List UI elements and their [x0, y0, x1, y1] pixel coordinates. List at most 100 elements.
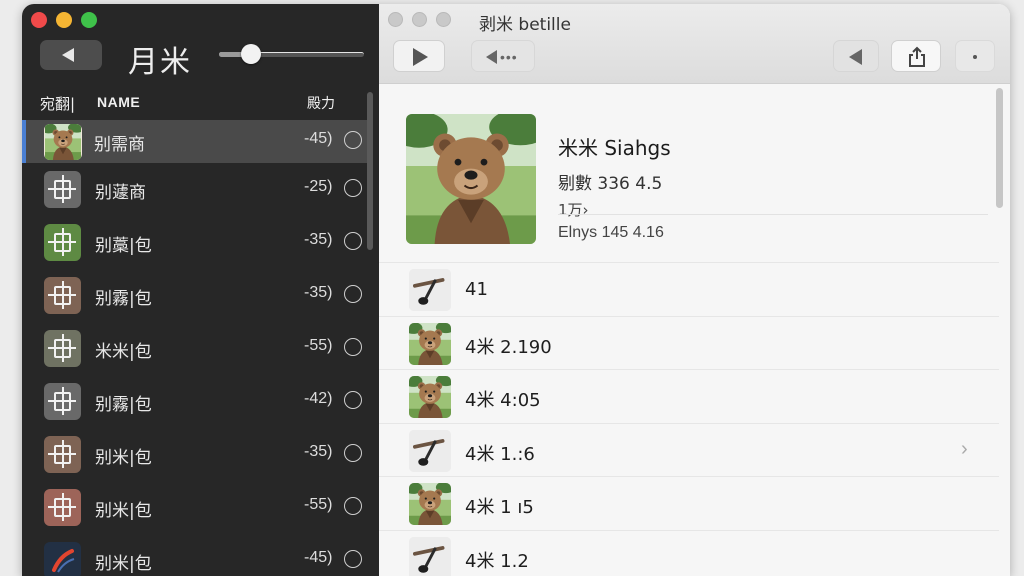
track-label: 4米 2.190 — [465, 336, 552, 358]
toolbar: 剥米 betille ••• — [379, 4, 1010, 84]
sidebar-item-duration: -35) — [304, 443, 333, 460]
guitar-icon — [409, 429, 451, 472]
dot-icon — [973, 55, 977, 59]
bear-thumbnail — [44, 124, 82, 160]
sidebar-item-duration: -42) — [304, 390, 333, 407]
sidebar-scrollbar[interactable] — [367, 92, 373, 250]
play-icon — [413, 48, 428, 66]
window-controls — [31, 12, 97, 28]
album-count[interactable]: 1万› — [558, 199, 589, 220]
sidebar-item-duration: -35) — [304, 231, 333, 248]
bear-artwork — [406, 114, 536, 244]
select-radio[interactable] — [344, 391, 362, 409]
album-icon — [44, 330, 81, 367]
album-title: 米米 Siahgs — [558, 136, 671, 160]
divider — [558, 214, 988, 215]
album-icon — [44, 436, 81, 473]
column-headers: 宛翻| NAME 殿力 — [22, 88, 367, 116]
track-row[interactable]: 4米 1.2 — [379, 529, 999, 576]
share-icon — [909, 46, 925, 67]
volume-knob[interactable] — [240, 44, 261, 64]
volume-slider[interactable] — [219, 44, 364, 64]
chevron-right-icon[interactable]: › — [961, 438, 968, 461]
sidebar-item-label: 别蘧商 — [95, 183, 146, 203]
minimize-icon[interactable] — [412, 12, 427, 27]
sidebar-item-label: 别米|包 — [95, 554, 152, 574]
album-icon — [44, 171, 81, 208]
album-icon — [44, 542, 81, 576]
sidebar-item-duration: -25) — [304, 178, 333, 195]
sidebar-item-duration: -45) — [304, 130, 333, 147]
select-radio[interactable] — [344, 131, 362, 149]
music-window: 月米 宛翻| NAME 殿力 别需商 -45) 别蘧商 -25) 别藁|包 -35) 别霧|… — [22, 4, 1010, 576]
column-select[interactable]: 宛翻| — [40, 93, 75, 114]
sidebar-item[interactable]: 米米|包 -55) — [22, 322, 367, 375]
select-radio[interactable] — [344, 285, 362, 303]
previous-button[interactable] — [833, 40, 879, 72]
close-icon[interactable] — [31, 12, 47, 28]
track-label: 4米 1.2 — [465, 550, 529, 572]
sidebar-item-label: 别藁|包 — [95, 236, 152, 256]
sidebar-item[interactable]: 别米|包 -35) — [22, 428, 367, 481]
rewind-icon — [486, 50, 497, 64]
more-dots-icon: ••• — [500, 49, 518, 65]
sidebar: 月米 宛翻| NAME 殿力 别需商 -45) 别蘧商 -25) 别藁|包 -35) 别霧|… — [22, 4, 379, 576]
select-radio[interactable] — [344, 444, 362, 462]
select-radio[interactable] — [344, 232, 362, 250]
more-button[interactable] — [955, 40, 995, 72]
sidebar-item-label: 别米|包 — [95, 448, 152, 468]
bear-thumbnail — [409, 483, 451, 525]
minimize-icon[interactable] — [56, 12, 72, 28]
zoom-icon[interactable] — [81, 12, 97, 28]
bear-thumbnail — [409, 322, 451, 365]
sidebar-item[interactable]: 别米|包 -45) — [22, 534, 367, 576]
sidebar-item-duration: -55) — [304, 337, 333, 354]
sidebar-item-duration: -45) — [304, 549, 333, 566]
track-label: 4米 1 ı5 — [465, 497, 534, 518]
back-button[interactable] — [40, 40, 102, 70]
select-radio[interactable] — [344, 179, 362, 197]
detail-scrollbar[interactable] — [996, 88, 1003, 208]
select-radio[interactable] — [344, 338, 362, 356]
track-row[interactable]: 4米 1 ı5 — [379, 476, 999, 530]
sidebar-item[interactable]: 别需商 -45) — [22, 120, 367, 163]
sidebar-list: 别需商 -45) 别蘧商 -25) 别藁|包 -35) 别霧|包 -35) 米米|包 -55) 别霧… — [22, 120, 367, 576]
zoom-icon[interactable] — [436, 12, 451, 27]
track-row[interactable]: 41 — [379, 262, 999, 316]
sidebar-item-label: 别米|包 — [95, 501, 152, 521]
track-list: 41 4米 2.190 4米 4:05 4米 1.:6 › 4米 1 ı5 4米 1.2 — [379, 262, 999, 576]
sidebar-item[interactable]: 别藁|包 -35) — [22, 216, 367, 269]
album-subtitle: 剔數 336 4.5 — [558, 174, 663, 194]
track-label: 4米 1.:6 — [465, 443, 535, 465]
track-row[interactable]: 4米 2.190 — [379, 315, 999, 370]
select-radio[interactable] — [344, 550, 362, 568]
sidebar-item-duration: -35) — [304, 284, 333, 301]
sidebar-item[interactable]: 别霧|包 -35) — [22, 269, 367, 322]
share-button[interactable] — [891, 40, 941, 72]
sidebar-item-label: 别霧|包 — [95, 395, 152, 415]
track-row[interactable]: 4米 4:05 — [379, 369, 999, 423]
inactive-window-controls — [388, 12, 451, 27]
track-row[interactable]: 4米 1.:6 › — [379, 422, 999, 477]
window-title: 剥米 betille — [479, 15, 571, 35]
previous-icon — [849, 49, 862, 65]
column-duration[interactable]: 殿力 — [307, 93, 335, 113]
close-icon[interactable] — [388, 12, 403, 27]
track-label: 41 — [465, 279, 488, 300]
rewind-button[interactable]: ••• — [471, 40, 535, 72]
sidebar-item[interactable]: 别米|包 -55) — [22, 481, 367, 534]
sidebar-item-label: 米米|包 — [95, 342, 152, 362]
album-artwork[interactable] — [406, 114, 536, 244]
sidebar-item-label: 别需商 — [94, 135, 145, 155]
back-arrow-icon — [62, 48, 74, 62]
play-button[interactable] — [393, 40, 445, 72]
guitar-icon — [409, 269, 451, 311]
column-name[interactable]: NAME — [97, 94, 140, 110]
track-label: 4米 4:05 — [465, 390, 541, 411]
bear-thumbnail — [409, 376, 451, 418]
sidebar-item[interactable]: 别霧|包 -42) — [22, 375, 367, 428]
sidebar-item[interactable]: 别蘧商 -25) — [22, 163, 367, 216]
album-icon — [44, 489, 81, 526]
detail-pane: 剥米 betille ••• 米米 Siahgs 剔數 336 4.5 1万› … — [379, 4, 1010, 576]
select-radio[interactable] — [344, 497, 362, 515]
